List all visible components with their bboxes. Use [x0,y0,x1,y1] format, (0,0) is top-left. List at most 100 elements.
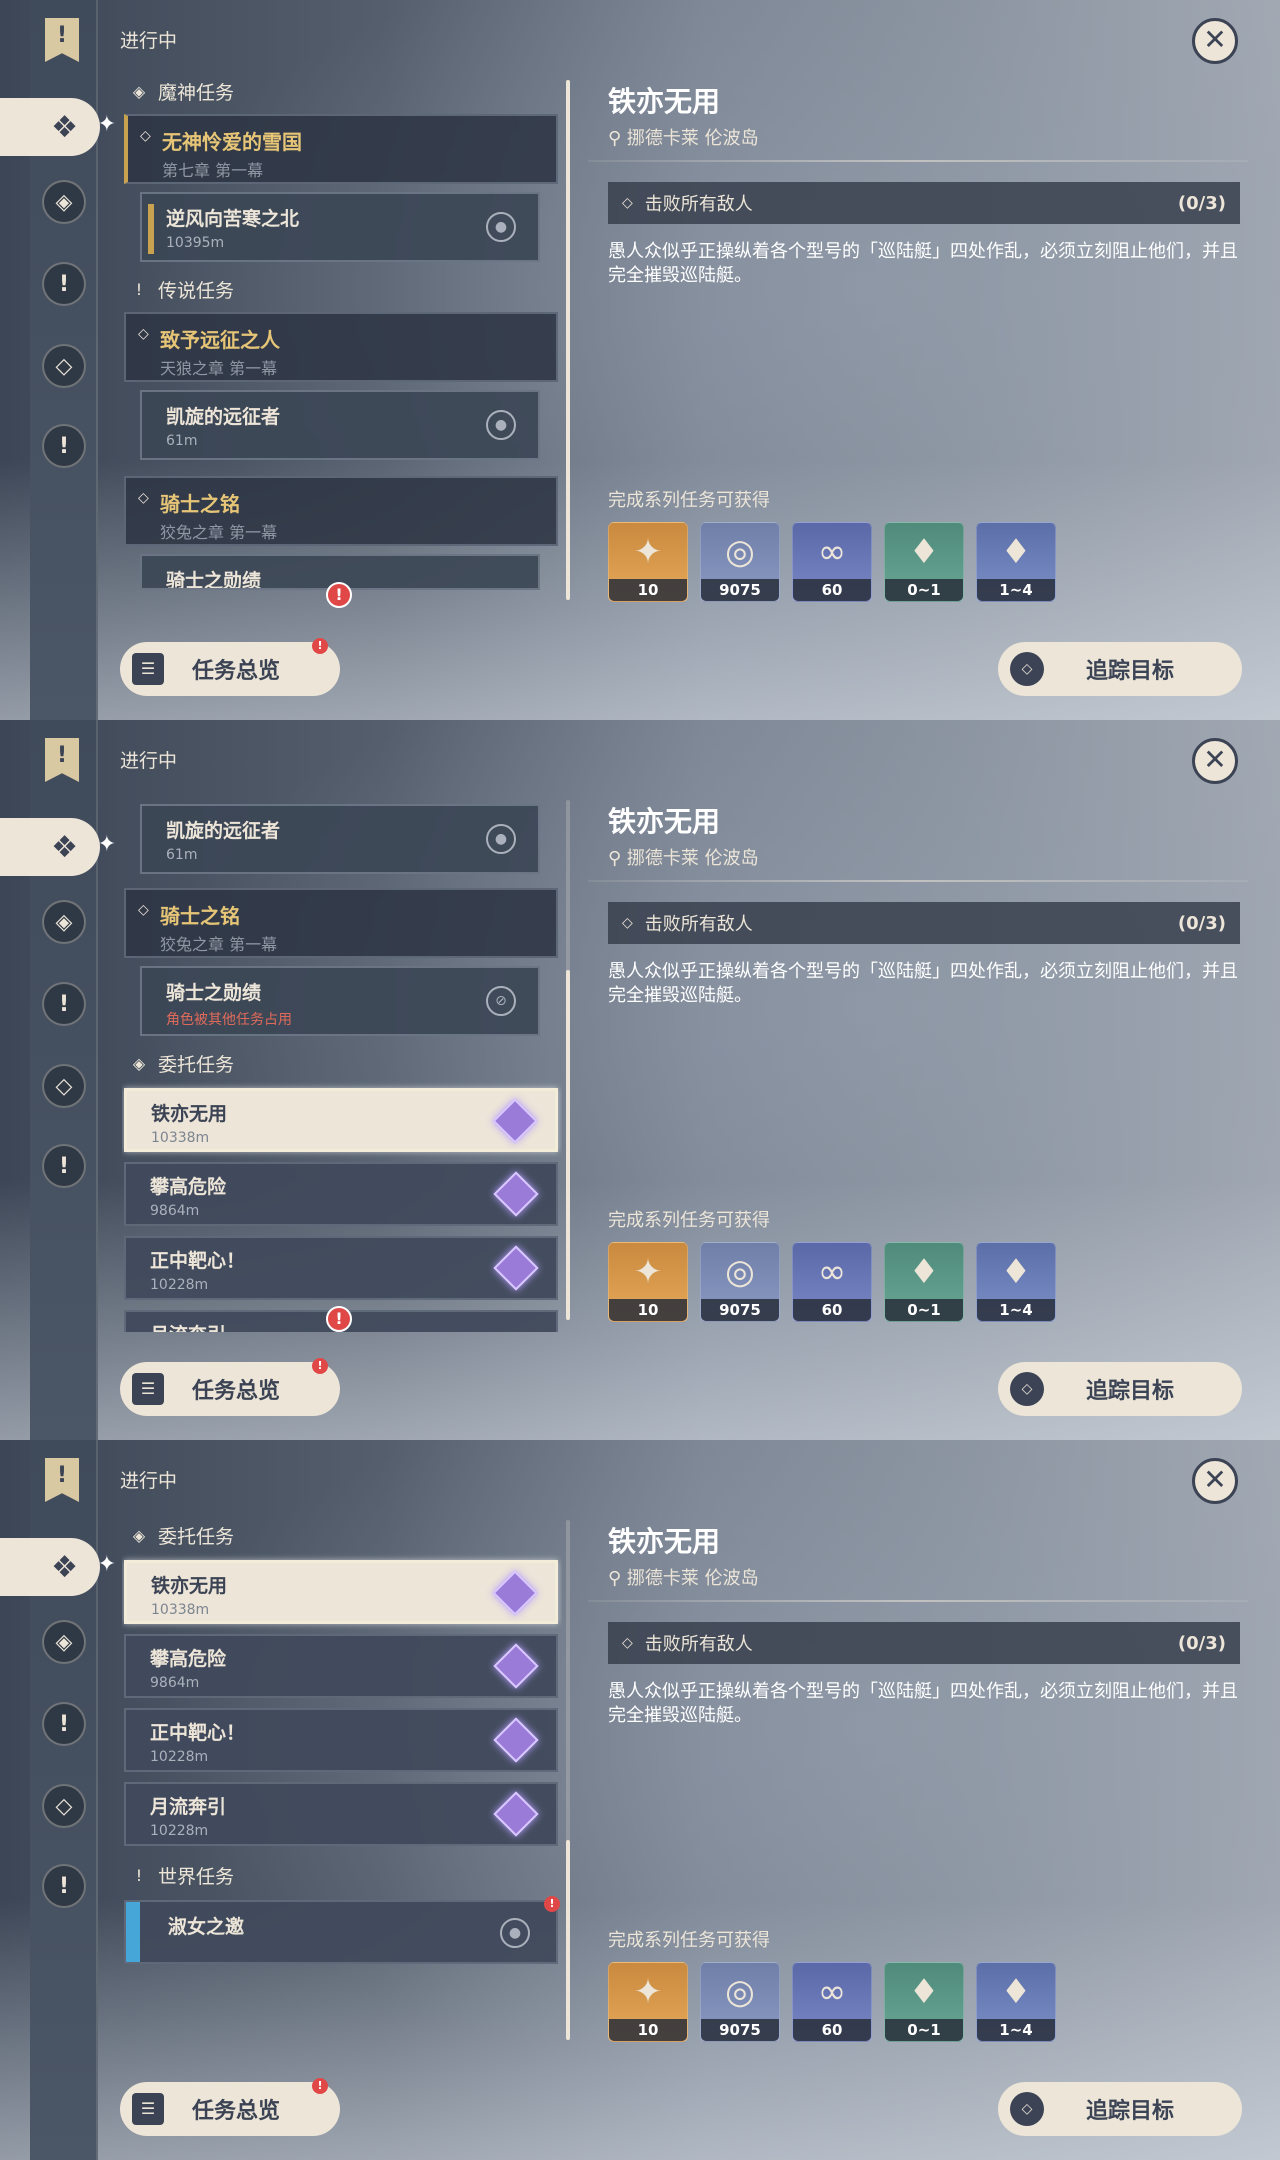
navigate-pin-icon[interactable]: ● [500,1918,530,1948]
track-target-button[interactable]: ◇ 追踪目标 [998,2082,1242,2136]
reward-item[interactable]: ◎ 9075 [700,522,780,602]
quest-item[interactable]: 骑士之勋绩 角色被其他任务占用 ⊘ [140,966,540,1036]
world-quest-icon[interactable]: ! [42,1864,86,1908]
quest-overview-button[interactable]: ☰ 任务总览 ! [120,638,340,696]
scroll-thumb[interactable] [566,970,570,1320]
story-quest-icon[interactable]: ! [42,262,86,306]
commission-item[interactable]: 月流奔引 10228m [124,1782,558,1846]
rewards-list: ✦ 10 ◎ 9075 ∞ 60 ♦ 0~1 ♦ 1~4 [608,522,1056,602]
sparkle-icon: ✦ [97,832,116,857]
quest-item[interactable]: 凯旋的远征者 61m ● [140,390,540,460]
objective-marker-icon: ◇ [622,915,633,931]
commission-icon[interactable]: ◇ [42,1784,86,1828]
scrollbar[interactable] [566,1520,570,2040]
chapter-marker-icon: ◇ [138,326,149,342]
archon-icon: ◈ [132,81,146,101]
location-pin-icon: ⚲ [608,848,627,869]
commission-section-header: ◈ 委托任务 [122,1044,562,1082]
tab-label: 进行中 [120,1470,178,1492]
archon-quest-icon[interactable]: ◈ [42,180,86,224]
alert-badge-icon: ! [544,1896,560,1912]
objective-progress: (0/3) [1177,912,1226,934]
quest-location: ⚲ 挪德卡莱 伦波岛 [608,128,759,149]
navigate-pin-icon[interactable]: ● [486,824,516,854]
reward-item[interactable]: ♦ 1~4 [976,1962,1056,2042]
divider [588,1600,1248,1602]
overview-icon: ☰ [132,2093,164,2125]
reward-item[interactable]: ∞ 60 [792,1242,872,1322]
navigate-pin-icon[interactable]: ● [486,410,516,440]
location-pin-icon: ⚲ [608,128,627,149]
reward-item[interactable]: ∞ 60 [792,522,872,602]
reward-item[interactable]: ✦ 10 [608,522,688,602]
chapter-marker-icon: ◇ [140,128,151,144]
objective-row: ◇ 击败所有敌人 (0/3) [608,182,1240,224]
reward-item[interactable]: ♦ 1~4 [976,1242,1056,1322]
reward-item[interactable]: ◎ 9075 [700,1242,780,1322]
scroll-thumb[interactable] [566,80,570,600]
quest-location: ⚲ 挪德卡莱 伦波岛 [608,848,759,869]
world-quest-item[interactable]: 淑女之邀 ● ! [124,1896,560,1964]
scroll-thumb[interactable] [566,1840,570,2040]
tab-label: 进行中 [120,30,178,52]
alert-badge-icon: ! [312,2078,328,2094]
reward-item[interactable]: ∞ 60 [792,1962,872,2042]
alert-badge-icon: ! [326,582,352,608]
chapter-item[interactable]: ◇ 骑士之铭 狡兔之章 第一幕 [124,476,558,546]
commission-item[interactable]: 铁亦无用 10338m [124,1560,558,1624]
mora-icon: ◎ [725,1972,755,2012]
commission-icon[interactable]: ◇ [42,344,86,388]
blue-marker [126,1902,140,1962]
commission-item[interactable]: 攀高危险 9864m [124,1162,558,1226]
scrollbar[interactable] [566,80,570,600]
world-quest-icon[interactable]: ! [42,424,86,468]
all-quests-tab[interactable]: ❖ ✦ [0,98,116,156]
crystal-purple-icon: ♦ [1000,1972,1032,2012]
all-quests-tab[interactable]: ❖ ✦ [0,818,116,876]
quest-item[interactable]: 逆风向苦寒之北 10395m ● [140,192,540,262]
chapter-item[interactable]: ◇ 骑士之铭 狡兔之章 第一幕 [124,888,558,958]
primogem-icon: ✦ [633,1252,663,1292]
commission-item[interactable]: 正中靶心！ 10228m [124,1708,558,1772]
reward-item[interactable]: ♦ 0~1 [884,1962,964,2042]
primogem-icon: ✦ [633,532,663,572]
reward-item[interactable]: ◎ 9075 [700,1962,780,2042]
commission-item[interactable]: 正中靶心！ 10228m [124,1236,558,1300]
navigate-pin-icon[interactable]: ● [486,212,516,242]
story-quest-icon[interactable]: ! [42,982,86,1026]
quest-overview-button[interactable]: ☰ 任务总览 ! [120,2078,340,2136]
quest-description: 愚人众似乎正操纵着各个型号的「巡陆艇」四处作乱，必须立刻阻止他们，并且完全摧毁巡… [608,1681,1238,1726]
fate-icon: ∞ [817,1972,847,2012]
commission-item[interactable]: 攀高危险 9864m [124,1634,558,1698]
rewards-title: 完成系列任务可获得 [608,1930,770,1951]
reward-item[interactable]: ♦ 1~4 [976,522,1056,602]
world-quest-icon[interactable]: ! [42,1144,86,1188]
reward-item[interactable]: ✦ 10 [608,1242,688,1322]
chapter-item[interactable]: ◇ 无神怜爱的雪国 第七章 第一幕 [124,114,558,184]
reward-item[interactable]: ♦ 0~1 [884,1242,964,1322]
chapter-item[interactable]: ◇ 致予远征之人 天狼之章 第一幕 [124,312,558,382]
archon-quest-icon[interactable]: ◈ [42,900,86,944]
crystal-green-icon: ♦ [908,1252,940,1292]
all-quests-tab[interactable]: ❖ ✦ [0,1538,116,1596]
track-target-button[interactable]: ◇ 追踪目标 [998,642,1242,696]
track-target-button[interactable]: ◇ 追踪目标 [998,1362,1242,1416]
story-quest-icon[interactable]: ! [42,1702,86,1746]
commission-section-header: ◈ 委托任务 [122,1516,562,1554]
legend-section-header: ! 传说任务 [122,270,562,308]
quest-item[interactable]: 凯旋的远征者 61m ● [140,804,540,874]
objective-progress: (0/3) [1177,1632,1226,1654]
quest-location: ⚲ 挪德卡莱 伦波岛 [608,1568,759,1589]
scrollbar[interactable] [566,800,570,1320]
quest-overview-button[interactable]: ☰ 任务总览 ! [120,1358,340,1416]
commission-item[interactable]: 铁亦无用 10338m [124,1088,558,1152]
sparkle-icon: ✦ [97,112,116,137]
objective-row: ◇ 击败所有敌人 (0/3) [608,902,1240,944]
tab-label: 进行中 [120,750,178,772]
archon-quest-icon[interactable]: ◈ [42,1620,86,1664]
fate-icon: ∞ [817,532,847,572]
commission-icon[interactable]: ◇ [42,1064,86,1108]
alert-badge-icon: ! [312,638,328,654]
reward-item[interactable]: ♦ 0~1 [884,522,964,602]
reward-item[interactable]: ✦ 10 [608,1962,688,2042]
